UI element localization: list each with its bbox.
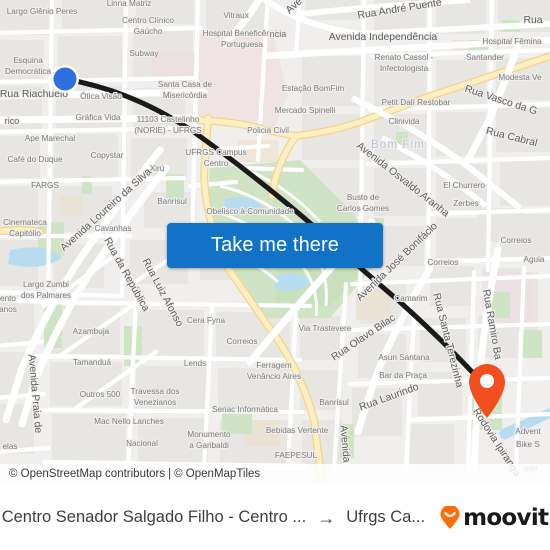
map-label: Aguia <box>524 255 545 264</box>
moovit-route-screen: Largo Glênio Peres Linna Matriz Centro Clí… <box>0 0 550 550</box>
map-label: Ape Marechal <box>25 134 76 143</box>
attribution-tiles[interactable]: © OpenMapTiles <box>174 468 260 480</box>
map-label: Linna Matriz <box>107 0 152 8</box>
map-label: Gaúcho <box>134 27 163 36</box>
map-label: Modesta Ve <box>498 73 542 82</box>
map-label: Tamanduá <box>73 358 112 367</box>
map-label: 11103 Castelinho <box>137 115 200 124</box>
moovit-logo[interactable]: moovit <box>439 504 549 531</box>
map-label: Café do Duque <box>7 155 63 164</box>
map-label: El Churrero <box>443 181 485 190</box>
map-label: Ferragem <box>256 361 292 370</box>
map-label: (NORIE) - UFRGS <box>134 126 202 135</box>
map-label: Capitólio <box>9 229 41 238</box>
map-label: Bebidas Vertente <box>266 426 329 435</box>
map-label: Cera Fyna <box>187 316 226 325</box>
map-label: Carlos Gomes <box>337 204 389 213</box>
map-label: Largo Glênio Peres <box>7 7 78 16</box>
map-label: Cinemateca <box>3 218 47 227</box>
origin-dot[interactable] <box>51 65 79 93</box>
map-label: Avenida Independência <box>329 32 438 43</box>
map-label: Via Trastevere <box>299 324 352 333</box>
map-label: Centro <box>204 159 229 168</box>
map-label: ncia <box>270 29 288 39</box>
map-label: Centro Clínico <box>122 16 174 25</box>
map-label: Policia Civil <box>247 126 289 135</box>
map-label: ento <box>0 294 16 303</box>
map-label: Democrática <box>5 67 51 76</box>
map-label: FARGS <box>31 181 59 190</box>
map-label: Correios <box>428 258 459 267</box>
map-label: Correios <box>227 337 258 346</box>
map-canvas[interactable]: Largo Glênio Peres Linna Matriz Centro Clí… <box>0 0 550 484</box>
map-label: Nacional <box>126 439 158 448</box>
map-label: Venezianos <box>134 398 176 407</box>
take-me-there-button[interactable]: Take me there <box>167 223 383 268</box>
map-label: rico <box>5 116 20 126</box>
map-label: Lends <box>184 359 206 368</box>
map-label: Ótica Visão <box>80 91 122 101</box>
map-label: Monumento <box>187 430 231 439</box>
map-label: Petit Dalí Restobar <box>382 98 451 107</box>
route-origin-label: Centro Senador Salgado Filho - Centro ..… <box>1 508 307 526</box>
moovit-pin-icon <box>440 505 460 529</box>
map-label: Correios <box>501 236 532 245</box>
map-label: Xirú <box>150 164 165 173</box>
map-label: Banrisul <box>157 197 187 206</box>
map-label: a Garibaldi <box>189 441 229 450</box>
map-label: Estação BomFim <box>282 84 345 93</box>
map-label: Asun Santana <box>378 353 430 362</box>
map-label: elas <box>2 442 17 451</box>
map-label: Vitraux <box>223 11 248 20</box>
arrow-right-icon: → <box>317 507 336 528</box>
moovit-wordmark: moovit <box>463 504 549 531</box>
route-summary-bar: Centro Senador Salgado Filho - Centro ..… <box>0 484 550 550</box>
map-label: Travessa dos <box>131 387 180 396</box>
map-label: Camarim <box>394 294 427 303</box>
map-label: Obelisco à Comunidade <box>206 207 294 216</box>
map-attribution: © OpenStreetMap contributors | © OpenMapTi… <box>0 464 550 484</box>
map-label: Gráfica Vida <box>76 113 121 122</box>
map-label: Outros 500 <box>80 390 121 399</box>
map-label: Advent <box>515 427 541 436</box>
map-label: Mercado Spinelli <box>275 106 336 115</box>
map-label: Banrisul <box>319 398 349 407</box>
map-label: Venâncio Aires <box>247 372 301 381</box>
map-label: anos <box>0 305 17 314</box>
route-destination-label: Ufrgs Ca... <box>346 508 426 526</box>
map-label: Renato Cassol - <box>375 53 434 62</box>
attribution-osm[interactable]: © OpenStreetMap contributors <box>9 468 165 480</box>
map-label: Portuguesa <box>221 40 263 49</box>
map-label: Cavanhas <box>95 224 132 233</box>
map-label: Zerbes <box>453 199 478 208</box>
map-label: Santander <box>466 53 504 62</box>
map-label: Clinivida <box>389 117 420 126</box>
map-label: Santa Casa de <box>158 80 213 89</box>
map-label: dos Palmares <box>21 291 71 300</box>
map-label: Esquina <box>13 56 43 65</box>
map-label: Mac Nello Lanches <box>94 417 164 426</box>
map-label: Rua <box>523 15 542 26</box>
map-label: Senac Informática <box>212 405 278 414</box>
map-label: Azambuja <box>73 327 110 336</box>
map-label: Subway <box>129 49 159 58</box>
attribution-separator: | <box>168 468 172 480</box>
map-label: Misericórdia <box>163 91 208 100</box>
map-label: Bar da Praça <box>379 371 427 380</box>
map-label: Copystar <box>91 151 124 160</box>
map-label: Bom Fim <box>371 138 425 151</box>
map-label: Busto de <box>347 193 380 202</box>
map-label: Hospital Fêmina <box>482 37 542 46</box>
map-label: FAEPESUL <box>275 451 318 460</box>
map-label: Bike S <box>516 440 540 449</box>
map-label: Largo Zumbi <box>23 280 69 289</box>
map-label: Infectologista <box>380 64 429 73</box>
map-label: UFRGS Campus <box>185 148 246 157</box>
